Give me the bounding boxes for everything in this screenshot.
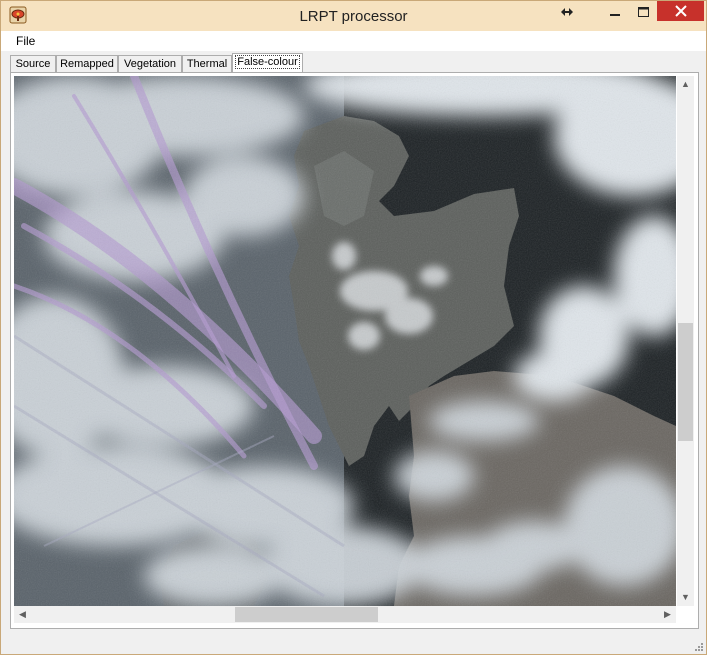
chevron-up-icon[interactable]: ▲ (677, 76, 694, 93)
app-window: LRPT processor File Source Remapped Vege… (0, 0, 707, 655)
tab-source[interactable]: Source (10, 55, 56, 72)
close-button[interactable] (657, 1, 704, 21)
tab-remapped[interactable]: Remapped (56, 55, 118, 72)
vertical-scrollbar[interactable]: ▲ ▼ (677, 76, 694, 606)
chevron-down-icon[interactable]: ▼ (677, 589, 694, 606)
minimize-icon (610, 14, 620, 16)
maximize-button[interactable] (629, 1, 657, 23)
menu-file[interactable]: File (16, 34, 35, 48)
chevron-right-icon[interactable]: ▶ (659, 606, 676, 623)
satellite-false-colour-image (14, 76, 676, 606)
tab-false-colour[interactable]: False-colour (232, 53, 303, 72)
tab-thermal[interactable]: Thermal (182, 55, 232, 72)
tab-vegetation[interactable]: Vegetation (118, 55, 182, 72)
horizontal-scroll-thumb[interactable] (235, 607, 378, 622)
title-bar[interactable]: LRPT processor (1, 1, 706, 31)
satellite-image-view[interactable] (14, 76, 676, 606)
maximize-icon (637, 7, 649, 17)
tab-false-colour-label: False-colour (235, 55, 300, 69)
close-icon (674, 5, 687, 17)
resize-grip-icon[interactable] (693, 641, 703, 651)
horizontal-resize-icon (561, 8, 573, 16)
chevron-left-icon[interactable]: ◀ (14, 606, 31, 623)
minimize-button[interactable] (601, 1, 629, 23)
horizontal-scrollbar[interactable]: ◀ ▶ (14, 606, 676, 623)
status-bar (1, 632, 706, 654)
menu-bar: File (1, 31, 706, 51)
vertical-scroll-thumb[interactable] (678, 323, 693, 441)
resize-button[interactable] (553, 1, 581, 23)
tab-panel: ▲ ▼ ◀ ▶ (10, 72, 699, 629)
